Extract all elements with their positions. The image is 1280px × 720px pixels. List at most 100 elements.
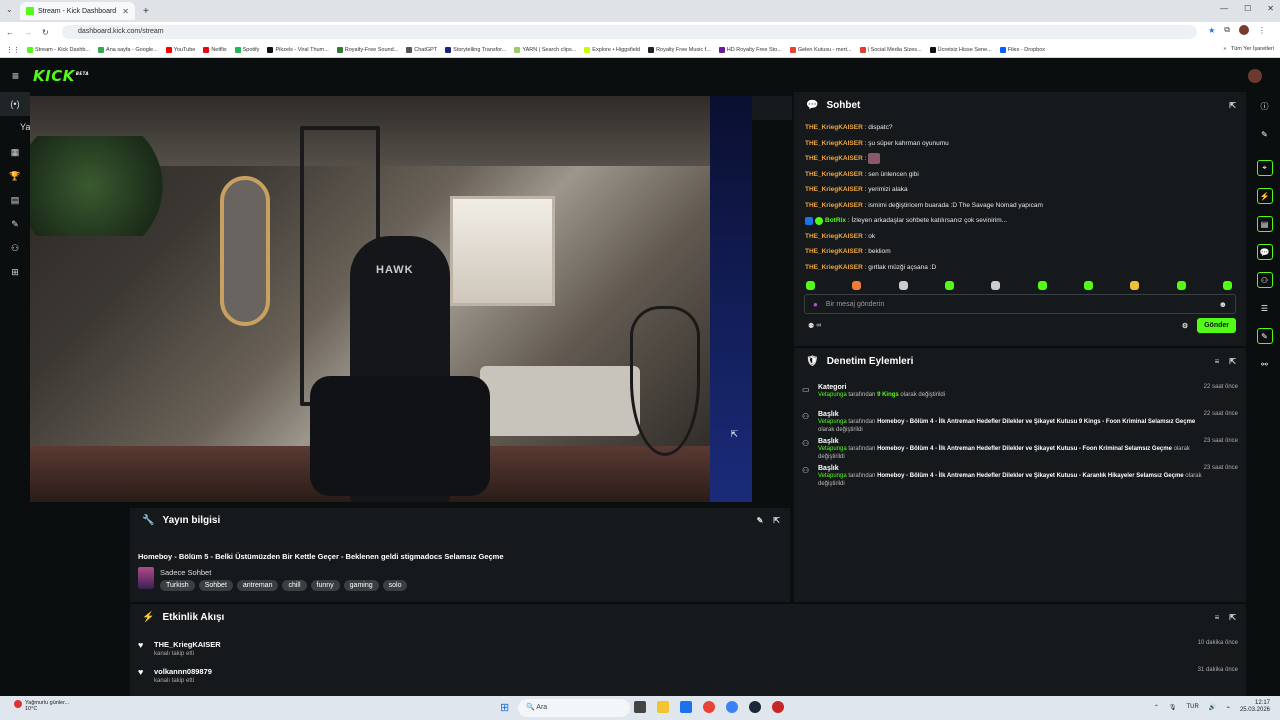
- windows-start-icon[interactable]: ⊞: [500, 701, 509, 714]
- bookmark-item[interactable]: Pikzels - Viral Thum...: [267, 46, 329, 53]
- chat-username[interactable]: THE_KriegKAISER: [805, 140, 863, 147]
- emote-icon[interactable]: [991, 281, 1001, 290]
- extensions-icon[interactable]: ⧉: [1224, 25, 1230, 35]
- emote-icon[interactable]: [1176, 281, 1186, 290]
- language-indicator[interactable]: TUR: [1187, 704, 1199, 710]
- nav-library-icon[interactable]: ▤: [0, 188, 30, 212]
- tag-chip[interactable]: funny: [310, 580, 340, 591]
- tag-chip[interactable]: gaming: [343, 580, 379, 591]
- filter-icon[interactable]: ≡: [1215, 357, 1220, 366]
- activity-username[interactable]: THE_KriegKAISER: [154, 640, 221, 649]
- bookmark-item[interactable]: YouTube: [165, 46, 195, 53]
- forward-icon[interactable]: →: [24, 28, 32, 37]
- profile-avatar[interactable]: [1239, 25, 1249, 35]
- bookmark-item[interactable]: Netflix: [203, 46, 227, 53]
- microphone-icon[interactable]: ●: [813, 300, 818, 309]
- chat-username[interactable]: THE_KriegKAISER: [805, 233, 863, 240]
- bookmark-star-icon[interactable]: ★: [1208, 26, 1215, 35]
- popout-icon[interactable]: ⇱: [1229, 357, 1236, 366]
- notes-icon[interactable]: ▤: [1249, 210, 1280, 238]
- chat-input[interactable]: ● Bir mesaj gönderin ☻: [804, 294, 1236, 314]
- edit-icon[interactable]: ✎: [757, 516, 764, 525]
- popout-icon[interactable]: ⇱: [1229, 101, 1236, 110]
- pencil-icon[interactable]: ✎: [1249, 120, 1280, 148]
- bookmark-item[interactable]: | Social Media Sizes...: [859, 46, 922, 53]
- stream-preview[interactable]: HAWK ⇱: [30, 96, 752, 502]
- tag-chip[interactable]: Turkish: [160, 580, 195, 591]
- all-bookmarks[interactable]: » Tüm Yer İşaretleri: [1223, 46, 1274, 52]
- stack-icon[interactable]: ☰: [1249, 294, 1280, 322]
- mic-tray-icon[interactable]: 🎙: [1169, 704, 1177, 711]
- kick-logo[interactable]: KICKBETA: [33, 67, 89, 85]
- tag-chip[interactable]: solo: [382, 580, 408, 591]
- tag-chip[interactable]: antreman: [236, 580, 279, 591]
- maximize-icon[interactable]: ☐: [1244, 4, 1251, 13]
- game-app-icon[interactable]: [772, 701, 784, 713]
- emoji-picker-icon[interactable]: ☻: [1219, 300, 1227, 309]
- popout-icon[interactable]: ⇱: [730, 429, 738, 440]
- chat-username[interactable]: THE_KriegKAISER: [805, 124, 863, 131]
- chat-username[interactable]: THE_KriegKAISER: [805, 248, 863, 255]
- new-tab-icon[interactable]: +: [143, 6, 149, 17]
- volume-icon[interactable]: 🔊: [1209, 704, 1216, 711]
- chat-username[interactable]: BotRix: [825, 217, 846, 224]
- bookmark-item[interactable]: Ana sayfa - Google...: [98, 46, 158, 53]
- chat-username[interactable]: THE_KriegKAISER: [805, 264, 863, 271]
- reload-icon[interactable]: ↻: [42, 28, 49, 37]
- bookmark-item[interactable]: Royalty-Free Sound...: [336, 46, 398, 53]
- bookmark-item[interactable]: Royalty Free Music f...: [648, 46, 711, 53]
- emote-icon[interactable]: [852, 281, 862, 290]
- browser-tab[interactable]: Stream - Kick Dashboard ✕: [20, 2, 135, 20]
- filter-icon[interactable]: ≡: [1215, 613, 1220, 622]
- taskbar-search[interactable]: 🔍 Ara: [518, 699, 630, 717]
- chat-username[interactable]: THE_KriegKAISER: [805, 155, 863, 162]
- task-view-icon[interactable]: [634, 701, 646, 713]
- app-icon[interactable]: [726, 701, 738, 713]
- file-explorer-icon[interactable]: [657, 701, 669, 713]
- url-field[interactable]: dashboard.kick.com/stream: [62, 25, 1197, 39]
- lightning-icon[interactable]: ⚡: [1249, 182, 1280, 210]
- bookmark-item[interactable]: Ücretsiz Hisse Sene...: [929, 46, 992, 53]
- chrome-icon[interactable]: [703, 701, 715, 713]
- emote-icon[interactable]: [1130, 281, 1140, 290]
- apps-grid-icon[interactable]: ⋮⋮: [6, 46, 20, 54]
- close-window-icon[interactable]: ✕: [1267, 4, 1274, 13]
- bookmark-item[interactable]: Gelen Kutusu - mert...: [789, 46, 852, 53]
- bookmark-item[interactable]: ChatGPT: [406, 46, 437, 53]
- popout-icon[interactable]: ⇱: [1229, 613, 1236, 622]
- bookmark-item[interactable]: Storytelling Transfor...: [445, 46, 506, 53]
- emote-icon[interactable]: [944, 281, 954, 290]
- send-button[interactable]: Gönder: [1197, 318, 1236, 333]
- network-icon[interactable]: ⌁: [1226, 704, 1230, 711]
- emote-icon[interactable]: [1222, 281, 1232, 290]
- nav-tools-icon[interactable]: ✎: [0, 212, 30, 236]
- user-avatar[interactable]: [1248, 69, 1262, 83]
- nav-stream-icon[interactable]: (•): [0, 92, 30, 116]
- chat-username[interactable]: THE_KriegKAISER: [805, 186, 863, 193]
- users-icon[interactable]: ⚇: [1249, 266, 1280, 294]
- tab-search-icon[interactable]: ⌄: [6, 5, 13, 14]
- back-icon[interactable]: ←: [6, 28, 14, 37]
- connections-icon[interactable]: ⚯: [1249, 350, 1280, 378]
- screen-capture-icon[interactable]: ⌖: [1249, 154, 1280, 182]
- clock[interactable]: 12:17 25.03.2026: [1240, 700, 1270, 714]
- hamburger-menu-icon[interactable]: ≡: [12, 69, 19, 83]
- info-icon[interactable]: ⓘ: [1249, 92, 1280, 120]
- nav-trophy-icon[interactable]: 🏆: [0, 164, 30, 188]
- emote-icon[interactable]: [806, 281, 815, 290]
- tools-icon[interactable]: ✎: [1249, 322, 1280, 350]
- nav-community-icon[interactable]: ⚇: [0, 236, 30, 260]
- chat-settings-icon[interactable]: ⚙: [1182, 322, 1188, 330]
- bookmark-item[interactable]: HD Royalty Free Sto...: [718, 46, 782, 53]
- emote-icon[interactable]: [1083, 281, 1093, 290]
- popout-icon[interactable]: ⇱: [773, 516, 780, 525]
- weather-widget[interactable]: Yağmurlu günler... 10°C: [14, 700, 69, 712]
- chat-username[interactable]: THE_KriegKAISER: [805, 171, 863, 178]
- nav-dashboard-icon[interactable]: ▦: [0, 140, 30, 164]
- tag-chip[interactable]: chill: [282, 580, 307, 591]
- activity-username[interactable]: volkannn089879: [154, 667, 212, 676]
- browser-menu-icon[interactable]: ⋮: [1258, 26, 1266, 35]
- store-icon[interactable]: [680, 701, 692, 713]
- tray-arrow-icon[interactable]: ⌃: [1154, 704, 1159, 711]
- nav-channel-icon[interactable]: ⊞: [0, 260, 30, 284]
